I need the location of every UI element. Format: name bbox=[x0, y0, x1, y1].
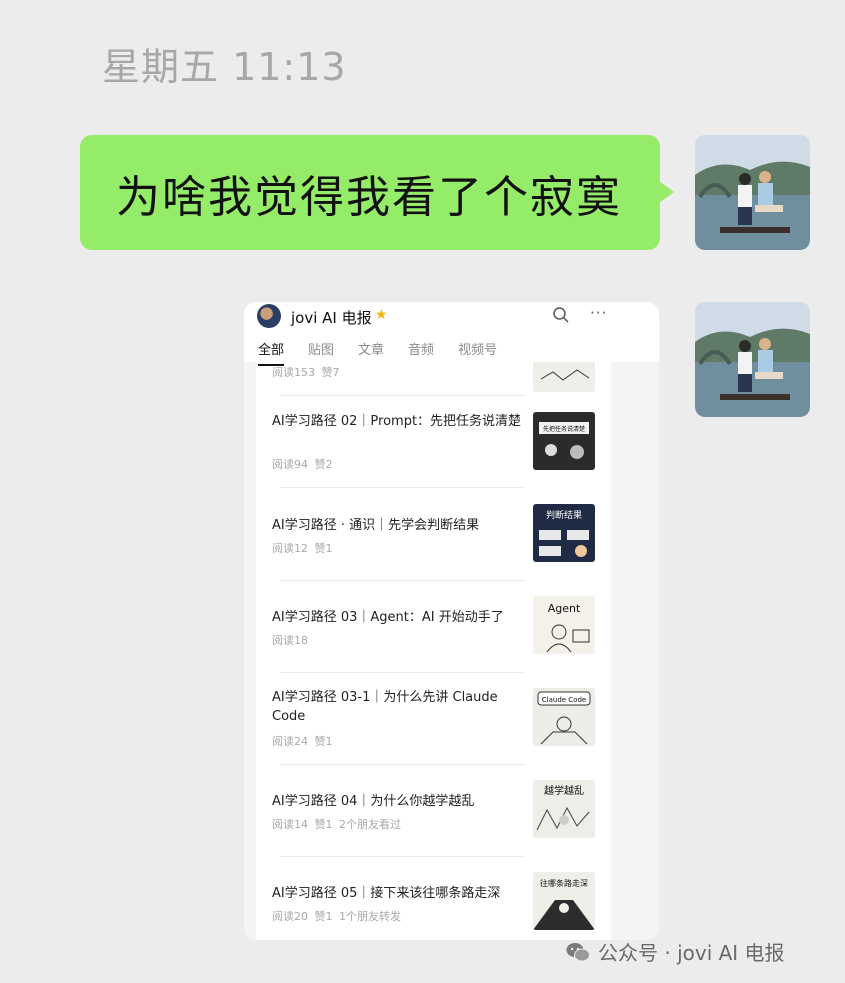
article-thumbnail: 往哪条路走深 bbox=[533, 872, 595, 930]
avatar[interactable] bbox=[695, 302, 810, 417]
avatar[interactable] bbox=[695, 135, 810, 250]
article-thumbnail: Claude Code bbox=[533, 688, 595, 746]
more-icon: ··· bbox=[590, 304, 608, 322]
account-name: jovi AI 电报 bbox=[291, 309, 372, 327]
thumbnail-caption: Claude Code bbox=[542, 696, 586, 704]
article-title: AI学习路径 05｜接下来该往哪条路走深 bbox=[272, 886, 501, 901]
divider bbox=[280, 672, 525, 673]
divider bbox=[280, 580, 525, 581]
article-title: AI学习路径 03-1｜为什么先讲 Claude Code bbox=[272, 690, 498, 724]
article-meta: 阅读20 赞1 1个朋友转发 bbox=[272, 910, 401, 923]
divider bbox=[280, 764, 525, 765]
avatar-photo bbox=[695, 135, 810, 250]
article-meta: 阅读14 赞1 2个朋友看过 bbox=[272, 818, 401, 831]
account-header: jovi AI 电报 ★ ··· 全部 贴图 文章 音频 视频号 bbox=[244, 302, 659, 366]
article-meta: 阅读18 bbox=[272, 634, 308, 647]
article-meta: 阅读94 赞2 bbox=[272, 458, 333, 471]
search-icon bbox=[553, 307, 569, 323]
article-title: AI学习路径 02｜Prompt：先把任务说清楚 bbox=[272, 414, 522, 429]
article-title: AI学习路径 03｜Agent：AI 开始动手了 bbox=[272, 610, 504, 625]
thumbnail-illustration: 越学越乱 bbox=[533, 780, 595, 838]
account-avatar bbox=[257, 304, 281, 328]
chat-timestamp: 星期五 11:13 bbox=[102, 45, 347, 89]
thumbnail-illustration: 往哪条路走深 bbox=[533, 872, 595, 930]
article-meta: 阅读24 赞1 bbox=[272, 735, 333, 748]
thumbnail-caption: 先把任务说清楚 bbox=[543, 425, 585, 433]
thumbnail-illustration: Agent bbox=[533, 596, 595, 654]
message-text: 为啥我觉得我看了个寂寞 bbox=[116, 171, 622, 223]
tab-all: 全部 bbox=[258, 339, 285, 366]
thumbnail-caption: 越学越乱 bbox=[544, 784, 584, 797]
tab-channels: 视频号 bbox=[458, 343, 498, 358]
article-meta: 阅读153 赞7 bbox=[272, 366, 340, 379]
article-thumbnail: 先把任务说清楚 bbox=[533, 412, 595, 470]
article-title: AI学习路径 · 通识｜先学会判断结果 bbox=[272, 518, 480, 533]
watermark: 公众号 · jovi AI 电报 bbox=[566, 937, 785, 966]
thumbnail-caption: Agent bbox=[548, 602, 581, 615]
article-meta: 阅读12 赞1 bbox=[272, 542, 333, 555]
article-list: 阅读153 赞7 AI学习路径 02｜Prompt：先把任务说清楚 阅读94 赞… bbox=[256, 334, 611, 940]
tab-audio: 音频 bbox=[408, 343, 435, 358]
article-thumbnail: Agent bbox=[533, 596, 595, 654]
article-title: AI学习路径 04｜为什么你越学越乱 bbox=[272, 794, 475, 809]
message-bubble[interactable]: 为啥我觉得我看了个寂寞 bbox=[80, 135, 674, 250]
shared-screenshot[interactable]: jovi AI 电报 ★ ··· 全部 贴图 文章 音频 视频号 阅读153 赞… bbox=[244, 302, 659, 940]
watermark-text: 公众号 · jovi AI 电报 bbox=[598, 941, 785, 965]
thumbnail-illustration: 先把任务说清楚 bbox=[533, 412, 595, 470]
divider bbox=[280, 395, 525, 396]
tab-posts: 贴图 bbox=[308, 343, 335, 358]
wechat-icon bbox=[566, 942, 590, 961]
thumbnail-illustration: Claude Code bbox=[533, 688, 595, 746]
divider bbox=[280, 856, 525, 857]
article-thumbnail: 判断结果 bbox=[533, 504, 595, 562]
avatar-photo bbox=[695, 302, 810, 417]
thumbnail-caption: 往哪条路走深 bbox=[540, 878, 588, 888]
star-icon: ★ bbox=[375, 307, 388, 323]
divider bbox=[280, 487, 525, 488]
tab-bar: 全部 贴图 文章 音频 视频号 bbox=[258, 339, 498, 366]
thumbnail-illustration: 判断结果 bbox=[533, 504, 595, 562]
tab-articles: 文章 bbox=[358, 343, 385, 358]
article-thumbnail: 越学越乱 bbox=[533, 780, 595, 838]
thumbnail-caption: 判断结果 bbox=[546, 509, 582, 521]
